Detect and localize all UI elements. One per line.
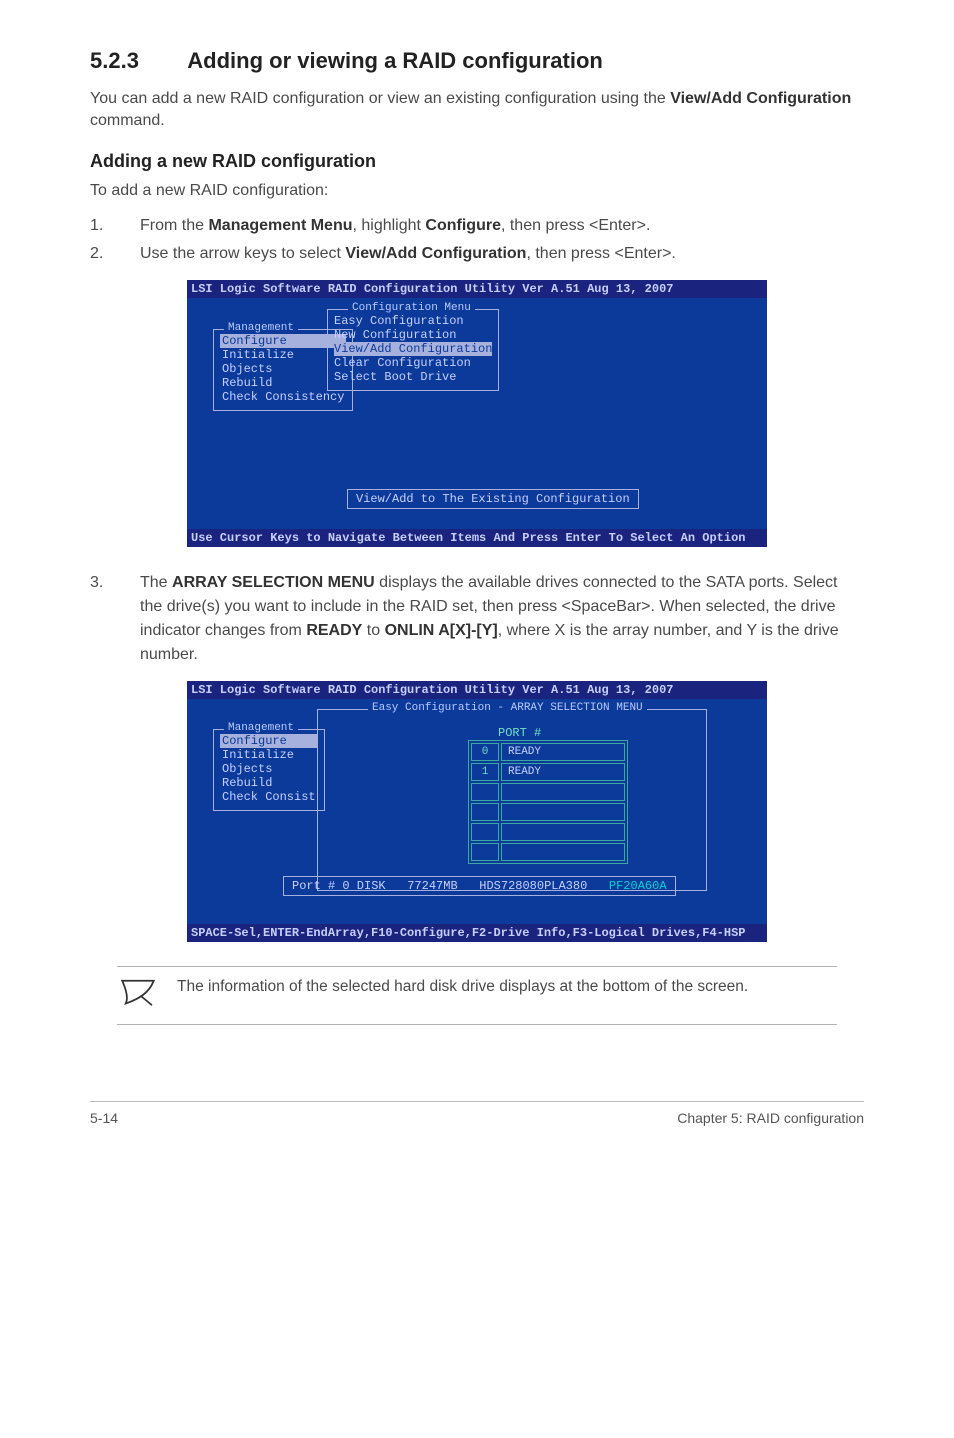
bios1-titlebar: LSI Logic Software RAID Configuration Ut… (187, 280, 767, 298)
bios2-diskinfo-bar: Port # 0 DISK 77247MB HDS728080PLA380 PF… (283, 876, 676, 896)
section-heading-text: Adding or viewing a RAID configuration (187, 48, 603, 73)
section-number: 5.2.3 (90, 48, 182, 74)
subheading: Adding a new RAID configuration (90, 151, 864, 172)
step3-b2: READY (306, 622, 362, 639)
note-icon (117, 977, 159, 1014)
bios2-footer: SPACE-Sel,ENTER-EndArray,F10-Configure,F… (187, 924, 767, 942)
bios1-cfg-boot[interactable]: Select Boot Drive (334, 370, 492, 384)
bios2-port-header: PORT # (498, 726, 541, 740)
table-row (471, 843, 625, 861)
bios1-cfg-clear[interactable]: Clear Configuration (334, 356, 492, 370)
table-row (471, 783, 625, 801)
table-row (471, 803, 625, 821)
step-1: From the Management Menu, highlight Conf… (90, 214, 864, 238)
diskinfo-fw: PF20A60A (609, 879, 667, 893)
table-row (471, 823, 625, 841)
port-index: 0 (471, 743, 499, 761)
bios-screenshot-2: LSI Logic Software RAID Configuration Ut… (187, 681, 767, 942)
bios1-mgmt-check[interactable]: Check Consistency (220, 390, 346, 404)
bios2-management-panel: Management Configure Initialize Objects … (213, 729, 325, 811)
bios1-footer: Use Cursor Keys to Navigate Between Item… (187, 529, 767, 547)
bios2-arraysel-panel: Easy Configuration - ARRAY SELECTION MEN… (317, 709, 707, 891)
bios2-mgmt-configure[interactable]: Configure (220, 734, 318, 748)
step1-post: , then press <Enter>. (501, 217, 650, 234)
diskinfo-model: HDS728080PLA380 (479, 879, 587, 893)
steps-list-2: The ARRAY SELECTION MENU displays the av… (90, 571, 864, 667)
step1-pre: From the (140, 217, 208, 234)
bios2-arraysel-legend: Easy Configuration - ARRAY SELECTION MEN… (368, 702, 647, 714)
port-state: READY (501, 763, 625, 781)
subintro: To add a new RAID configuration: (90, 180, 864, 202)
bios2-port-table: 0READY 1READY (468, 740, 628, 864)
table-row[interactable]: 1READY (471, 763, 625, 781)
step1-b2: Configure (425, 217, 501, 234)
port-state: READY (501, 743, 625, 761)
page-footer: 5-14 Chapter 5: RAID configuration (90, 1101, 864, 1166)
step3-mid2: to (362, 622, 384, 639)
port-index: 1 (471, 763, 499, 781)
step2-pre: Use the arrow keys to select (140, 245, 345, 262)
diskinfo-label: Port # 0 DISK (292, 879, 386, 893)
step3-b3: ONLIN A[X]-[Y] (385, 622, 498, 639)
bios2-mgmt-initialize[interactable]: Initialize (220, 748, 318, 762)
section-title: 5.2.3 Adding or viewing a RAID configura… (90, 48, 864, 74)
note-row: The information of the selected hard dis… (117, 966, 837, 1025)
intro-bold: View/Add Configuration (670, 90, 851, 107)
bios2-mgmt-legend: Management (224, 722, 298, 734)
intro-paragraph: You can add a new RAID configuration or … (90, 88, 864, 133)
bios1-mgmt-legend: Management (224, 322, 298, 334)
footer-page-number: 5-14 (90, 1110, 118, 1126)
bios1-cfg-new[interactable]: New Configuration (334, 328, 492, 342)
bios-screenshot-1: LSI Logic Software RAID Configuration Ut… (187, 280, 767, 547)
note-text: The information of the selected hard dis… (177, 977, 748, 998)
table-row[interactable]: 0READY (471, 743, 625, 761)
step3-b1: ARRAY SELECTION MENU (172, 574, 375, 591)
footer-chapter: Chapter 5: RAID configuration (677, 1110, 864, 1126)
bios1-status-box: View/Add to The Existing Configuration (347, 489, 639, 509)
step2-b1: View/Add Configuration (345, 245, 526, 262)
bios1-cfg-easy[interactable]: Easy Configuration (334, 314, 492, 328)
step-3: The ARRAY SELECTION MENU displays the av… (90, 571, 864, 667)
intro-post: command. (90, 112, 165, 129)
bios2-mgmt-rebuild[interactable]: Rebuild (220, 776, 318, 790)
bios2-titlebar: LSI Logic Software RAID Configuration Ut… (187, 681, 767, 699)
step-2: Use the arrow keys to select View/Add Co… (90, 242, 864, 266)
intro-pre: You can add a new RAID configuration or … (90, 90, 670, 107)
step1-b1: Management Menu (208, 217, 352, 234)
bios1-cfg-viewadd[interactable]: View/Add Configuration (334, 342, 492, 356)
bios2-mgmt-objects[interactable]: Objects (220, 762, 318, 776)
step3-pre: The (140, 574, 172, 591)
bios1-cfg-legend: Configuration Menu (348, 302, 475, 314)
step2-post: , then press <Enter>. (526, 245, 675, 262)
bios2-mgmt-check[interactable]: Check Consist (220, 790, 318, 804)
steps-list-1: From the Management Menu, highlight Conf… (90, 214, 864, 266)
diskinfo-size: 77247MB (407, 879, 457, 893)
bios1-config-menu: Configuration Menu Easy Configuration Ne… (327, 309, 499, 391)
step1-mid: , highlight (352, 217, 425, 234)
